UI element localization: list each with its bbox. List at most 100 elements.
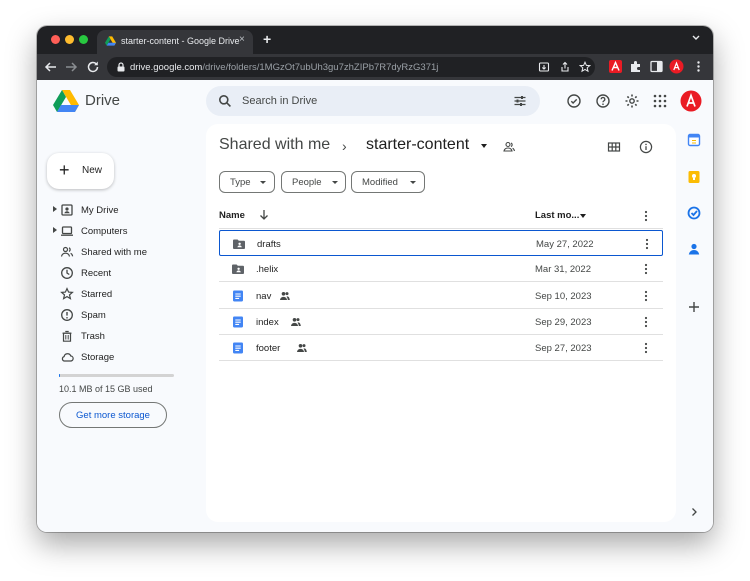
browser-tab[interactable]: starter-content - Google Drive × (97, 30, 253, 54)
add-app-plus-icon[interactable] (687, 300, 701, 314)
search-icon[interactable] (218, 94, 232, 108)
table-row[interactable]: nav Sep 10, 2023 (219, 283, 663, 309)
table-row[interactable]: .helix Mar 31, 2022 (219, 256, 663, 283)
sidebar-item-storage[interactable]: Storage (47, 347, 197, 367)
tab-close-icon[interactable]: × (239, 34, 245, 45)
clock-icon (61, 267, 73, 279)
settings-gear-icon[interactable] (624, 93, 640, 109)
file-name[interactable]: index (256, 317, 279, 328)
file-name[interactable]: .helix (256, 264, 278, 275)
sidebar-item-computers[interactable]: Computers (47, 221, 197, 241)
sidebar-item-shared-with-me[interactable]: Shared with me (47, 242, 197, 262)
apps-grid-icon[interactable] (652, 93, 668, 109)
close-window-button[interactable] (51, 35, 60, 44)
trash-icon (62, 330, 72, 342)
info-icon[interactable] (639, 140, 653, 154)
sidebar-item-starred[interactable]: Starred (47, 284, 197, 304)
install-app-icon[interactable] (538, 61, 550, 73)
maximize-window-button[interactable] (79, 35, 88, 44)
folder-menu-caret-icon[interactable] (481, 144, 487, 148)
sidebar-item-spam[interactable]: Spam (47, 305, 197, 325)
expand-arrow-icon[interactable] (53, 227, 57, 233)
new-button[interactable]: + New (47, 153, 114, 189)
bookmark-star-icon[interactable] (579, 61, 591, 73)
filter-chip-type[interactable]: Type (219, 171, 275, 193)
table-row[interactable]: index Sep 29, 2023 (219, 309, 663, 335)
extensions-puzzle-icon[interactable] (628, 59, 643, 74)
help-icon[interactable] (595, 93, 611, 109)
tasks-icon[interactable] (687, 206, 701, 220)
share-page-icon[interactable] (559, 61, 571, 73)
more-actions-icon[interactable] (641, 341, 651, 355)
sidebar-item-trash[interactable]: Trash (47, 326, 197, 346)
minimize-window-button[interactable] (65, 35, 74, 44)
grid-view-icon[interactable] (607, 140, 621, 154)
expand-arrow-icon[interactable] (53, 206, 57, 212)
adobe-extension-icon[interactable] (608, 59, 623, 74)
header-divider (219, 228, 663, 229)
sidebar-item-label: Computers (81, 226, 128, 237)
sidebar-item-recent[interactable]: Recent (47, 263, 197, 283)
reload-icon[interactable] (85, 59, 101, 75)
people-icon (60, 246, 74, 257)
filter-chip-label: Modified (362, 177, 398, 188)
column-more-icon[interactable] (641, 209, 651, 223)
search-bar[interactable]: Search in Drive (206, 86, 540, 116)
search-input[interactable]: Search in Drive (242, 95, 317, 107)
shared-folder-people-icon[interactable] (502, 140, 516, 154)
url-host: drive.google.com (130, 62, 203, 73)
shared-people-icon (291, 317, 301, 326)
browser-menu-icon[interactable] (691, 59, 706, 74)
get-more-storage-button[interactable]: Get more storage (59, 402, 167, 428)
address-bar[interactable]: drive.google.com/drive/folders/1MGzOt7ub… (107, 57, 595, 77)
expand-chevron-right-icon[interactable] (687, 505, 701, 519)
app-brand[interactable]: Drive (85, 92, 120, 109)
search-options-icon[interactable] (513, 94, 527, 108)
filter-chip-people[interactable]: People (281, 171, 346, 193)
column-sort-caret-icon[interactable] (580, 214, 586, 218)
column-header-last-modified[interactable]: Last mo... (535, 210, 579, 221)
file-modified-date: Sep 29, 2023 (535, 316, 592, 328)
url-text: drive.google.com/drive/folders/1MGzOt7ub… (130, 62, 438, 73)
google-doc-icon (233, 290, 243, 302)
sort-arrow-down-icon[interactable] (259, 209, 269, 221)
more-actions-icon[interactable] (641, 315, 651, 329)
table-row[interactable]: drafts May 27, 2022 (219, 230, 663, 256)
calendar-icon[interactable] (687, 133, 701, 147)
file-modified-date: Sep 27, 2023 (535, 343, 592, 355)
more-actions-icon[interactable] (642, 237, 652, 251)
table-row[interactable]: footer Sep 27, 2023 (219, 335, 663, 362)
file-modified-date: Sep 10, 2023 (535, 290, 592, 302)
sidebar-item-label: Storage (81, 352, 115, 363)
side-panel-icon[interactable] (649, 59, 664, 74)
contacts-icon[interactable] (687, 242, 701, 256)
offline-ready-icon[interactable] (566, 93, 582, 109)
profile-avatar-icon[interactable] (669, 59, 684, 74)
new-tab-button[interactable]: + (263, 31, 271, 47)
sidebar-item-label: Recent (81, 268, 112, 279)
filter-chip-label: Type (230, 177, 251, 188)
filter-chip-modified[interactable]: Modified (351, 171, 425, 193)
more-actions-icon[interactable] (641, 262, 651, 276)
file-name[interactable]: nav (256, 291, 271, 302)
lock-icon (117, 62, 125, 72)
drive-logo-icon[interactable] (53, 90, 79, 112)
sidebar-item-label: Trash (81, 331, 105, 342)
url-path: /drive/folders/1MGzOt7ubUh3gu7zhZIPb7R7d… (202, 62, 439, 73)
google-doc-icon (233, 316, 243, 328)
file-name[interactable]: drafts (257, 239, 281, 250)
breadcrumb-parent[interactable]: Shared with me (219, 136, 330, 154)
storage-usage-text: 10.1 MB of 15 GB used (59, 384, 153, 394)
column-header-name[interactable]: Name (219, 210, 245, 221)
more-actions-icon[interactable] (641, 289, 651, 303)
account-avatar[interactable] (680, 90, 702, 112)
file-name[interactable]: footer (256, 343, 280, 354)
shared-folder-icon (233, 239, 245, 249)
spam-icon (61, 309, 73, 321)
back-arrow-icon[interactable] (43, 59, 59, 75)
breadcrumb-current[interactable]: starter-content (366, 136, 469, 154)
sidebar-item-my-drive[interactable]: My Drive (47, 200, 197, 220)
tab-search-chevron-icon[interactable] (691, 33, 701, 43)
forward-arrow-icon[interactable] (63, 59, 79, 75)
keep-icon[interactable] (687, 170, 701, 184)
